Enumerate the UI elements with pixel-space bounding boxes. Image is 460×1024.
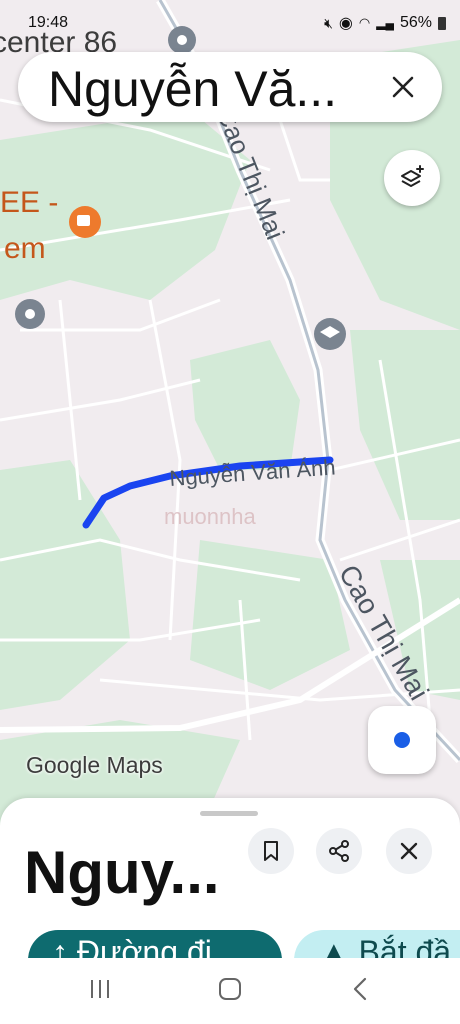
search-query[interactable]: Nguyễn Vă... [48, 60, 337, 118]
wifi-icon: ◠ [358, 15, 371, 30]
directions-button[interactable]: ↑ Đường đi [28, 930, 282, 958]
place-title: Nguy... [24, 839, 220, 906]
place-sheet[interactable]: Nguy... ↑ Đường đi ▲ Bắt đầ [0, 798, 460, 958]
signal-icon: ▂▄ [376, 16, 394, 30]
back-button[interactable] [340, 972, 380, 1006]
layers-button[interactable] [384, 150, 440, 206]
sheet-drag-handle[interactable] [200, 811, 258, 816]
bookmark-icon [264, 841, 278, 861]
status-icons: 🔇︎ ◉ ◠ ▂▄ 56% [324, 13, 446, 33]
location-icon: ◉ [338, 15, 353, 32]
status-bar: 19:48 🔇︎ ◉ ◠ ▂▄ 56% [0, 0, 460, 46]
share-icon [329, 840, 349, 862]
poi-pin-dot-west [25, 309, 35, 319]
search-bar[interactable]: Nguyễn Vă... [18, 52, 442, 122]
home-icon [219, 978, 241, 1000]
my-location-icon [394, 732, 410, 748]
cup-glyph [77, 215, 90, 226]
home-button[interactable] [210, 972, 250, 1006]
save-button[interactable] [248, 828, 294, 874]
battery-text: 56% [399, 14, 432, 31]
system-nav-bar [0, 958, 460, 1024]
mute-icon: 🔇︎ [324, 14, 333, 31]
battery-icon [438, 16, 446, 30]
share-button[interactable] [316, 828, 362, 874]
recent-apps-icon [91, 980, 109, 998]
back-icon [353, 977, 367, 1001]
cafe-label-line2[interactable]: em [4, 232, 46, 265]
close-icon [400, 842, 418, 860]
close-sheet-button[interactable] [386, 828, 432, 874]
google-maps-logo: Google Maps [26, 752, 163, 778]
close-search-button[interactable] [378, 62, 428, 112]
layers-icon [401, 165, 424, 187]
close-icon [392, 76, 414, 98]
status-time: 19:48 [28, 14, 69, 31]
my-location-button[interactable] [368, 706, 436, 774]
cafe-label-line1[interactable]: EE - [0, 186, 58, 219]
recent-apps-button[interactable] [80, 972, 120, 1006]
watermark-text: muonnha [164, 504, 257, 529]
start-button[interactable]: ▲ Bắt đầ [294, 930, 460, 958]
